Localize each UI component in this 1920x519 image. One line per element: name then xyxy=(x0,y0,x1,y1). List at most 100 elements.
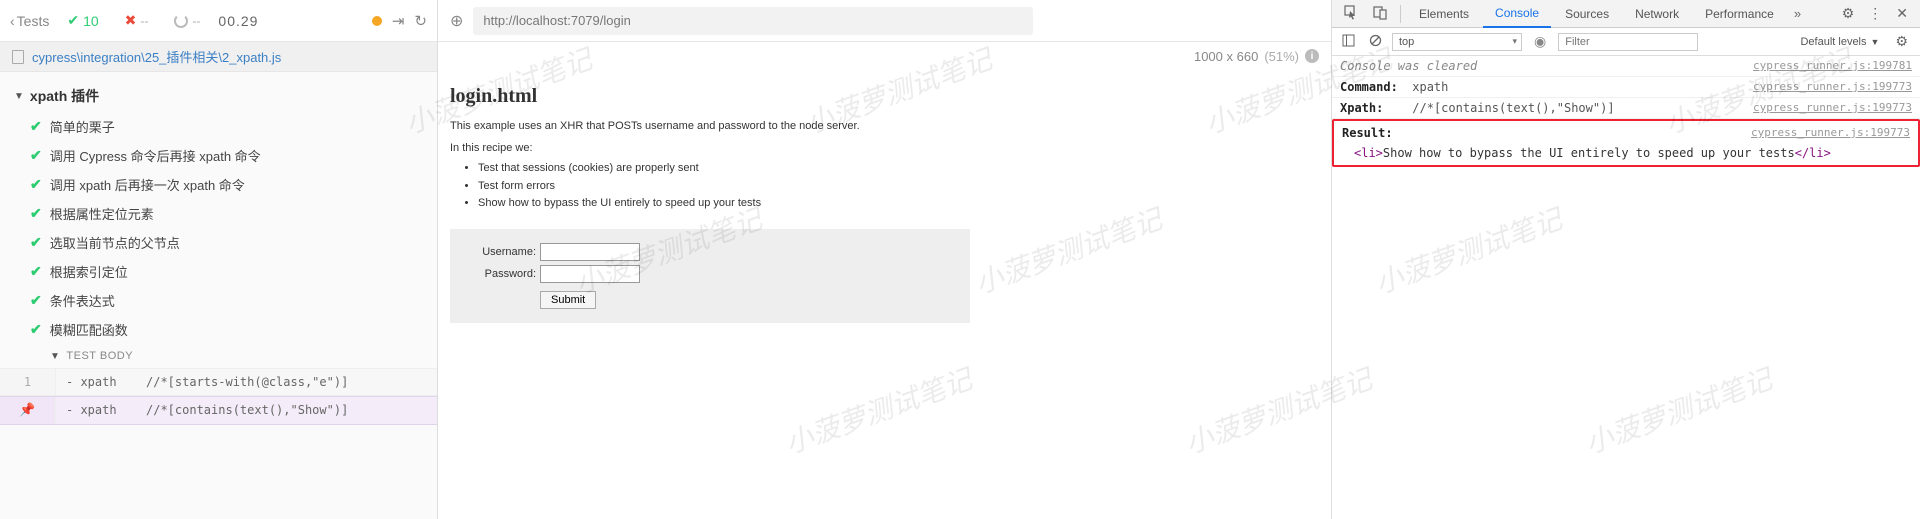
page-description: This example uses an XHR that POSTs user… xyxy=(450,120,1319,132)
tab-network[interactable]: Network xyxy=(1623,1,1691,27)
devtools-panel: Elements Console Sources Network Perform… xyxy=(1332,0,1920,519)
username-input[interactable] xyxy=(540,243,640,261)
device-icon[interactable] xyxy=(1367,5,1394,23)
check-icon: ✔ xyxy=(30,263,42,280)
recipe-list: Test that sessions (cookies) are properl… xyxy=(450,160,1319,213)
reload-icon[interactable]: ↻ xyxy=(414,12,427,30)
suite-row[interactable]: ▼ xpath 插件 xyxy=(0,80,437,112)
test-row[interactable]: ✔ 选取当前节点的父节点 xyxy=(0,228,437,257)
log-levels-select[interactable]: Default levels▼ xyxy=(1796,34,1883,50)
suite-title: xpath 插件 xyxy=(30,86,99,106)
more-menu-icon[interactable]: ⋮ xyxy=(1862,5,1888,22)
tests-label: Tests xyxy=(17,13,50,29)
console-value: //*[contains(text(),"Show")] xyxy=(1412,101,1614,115)
failed-count: -- xyxy=(140,14,148,28)
console-settings-icon[interactable]: ⚙ xyxy=(1889,33,1914,50)
check-icon: ✔ xyxy=(30,234,42,251)
command-row-pinned[interactable]: 📌 - xpath //*[contains(text(),"Show")] xyxy=(0,396,437,425)
console-source-link[interactable]: cypress_runner.js:199773 xyxy=(1753,80,1912,94)
page-subhead: In this recipe we: xyxy=(450,142,1319,154)
next-icon[interactable]: ⇥ xyxy=(392,12,405,30)
page-title: login.html xyxy=(450,85,1319,108)
console-result-element[interactable]: <li>Show how to bypass the UI entirely t… xyxy=(1334,143,1918,163)
console-source-link[interactable]: cypress_runner.js:199781 xyxy=(1753,59,1912,73)
check-icon: ✔ xyxy=(30,118,42,135)
check-icon: ✔ xyxy=(30,292,42,309)
url-text: http://localhost:7079/login xyxy=(483,13,630,28)
tab-console[interactable]: Console xyxy=(1483,0,1551,28)
tab-sources[interactable]: Sources xyxy=(1553,1,1621,27)
password-input[interactable] xyxy=(540,265,640,283)
viewport-scale: (51%) xyxy=(1264,49,1299,64)
check-icon: ✔ xyxy=(30,205,42,222)
file-icon xyxy=(12,50,24,64)
more-tabs-icon[interactable]: » xyxy=(1788,6,1807,21)
login-form: Username: Password: Submit xyxy=(450,229,970,323)
spinner-icon xyxy=(174,14,188,28)
filter-input[interactable] xyxy=(1558,33,1698,51)
console-line[interactable]: Command: xpath cypress_runner.js:199773 xyxy=(1332,77,1920,98)
check-icon: ✔ xyxy=(67,12,79,29)
test-row[interactable]: ✔模糊匹配函数 xyxy=(0,315,437,344)
command-pin: 📌 xyxy=(0,397,56,424)
close-icon[interactable]: ✕ xyxy=(1890,5,1914,22)
passed-stat: ✔ 10 xyxy=(59,12,106,29)
check-icon: ✔ xyxy=(30,176,42,193)
inspect-icon[interactable] xyxy=(1338,5,1365,23)
clear-console-icon[interactable] xyxy=(1365,34,1386,50)
selector-target-icon[interactable]: ⊕ xyxy=(450,11,463,31)
timer: 00.29 xyxy=(218,13,258,29)
list-item: Show how to bypass the UI entirely to sp… xyxy=(478,195,1319,213)
tab-elements[interactable]: Elements xyxy=(1407,1,1481,27)
test-row[interactable]: ✔ 根据索引定位 xyxy=(0,257,437,286)
test-row[interactable]: ✔条件表达式 xyxy=(0,286,437,315)
url-bar[interactable]: http://localhost:7079/login xyxy=(473,7,1033,35)
test-row[interactable]: ✔简单的栗子 xyxy=(0,112,437,141)
test-row[interactable]: ✔调用 xpath 后再接一次 xpath 命令 xyxy=(0,170,437,199)
test-tree: ▼ xpath 插件 ✔简单的栗子 ✔调用 Cypress 命令后再接 xpat… xyxy=(0,72,437,519)
live-expression-icon[interactable]: ◉ xyxy=(1528,33,1552,50)
settings-gear-icon[interactable]: ⚙ xyxy=(1836,5,1861,22)
preview-header: ⊕ http://localhost:7079/login xyxy=(438,0,1331,42)
test-title: 根据索引定位 xyxy=(50,262,128,281)
console-key: Xpath: xyxy=(1340,101,1383,115)
app-frame: login.html This example uses an XHR that… xyxy=(438,70,1331,519)
command-number: 1 xyxy=(0,369,56,395)
console-cleared-text: Console was cleared xyxy=(1340,59,1477,73)
test-title: 模糊匹配函数 xyxy=(50,320,128,339)
console-line[interactable]: Console was cleared cypress_runner.js:19… xyxy=(1332,56,1920,77)
tab-performance[interactable]: Performance xyxy=(1693,1,1786,27)
test-title: 选取当前节点的父节点 xyxy=(50,233,180,252)
console-source-link[interactable]: cypress_runner.js:199773 xyxy=(1751,126,1910,140)
command-row[interactable]: 1 - xpath //*[starts-with(@class,"e")] xyxy=(0,368,437,396)
list-item: Test that sessions (cookies) are properl… xyxy=(478,160,1319,178)
back-to-tests-link[interactable]: ‹ Tests xyxy=(10,13,49,29)
context-select[interactable]: top xyxy=(1392,33,1522,51)
devtools-tabs: Elements Console Sources Network Perform… xyxy=(1332,0,1920,28)
password-label: Password: xyxy=(464,268,536,280)
test-title: 根据属性定位元素 xyxy=(50,204,154,223)
username-label: Username: xyxy=(464,246,536,258)
command-message: //*[starts-with(@class,"e")] xyxy=(136,369,437,395)
spec-file-bar[interactable]: cypress\integration\25_插件相关\2_xpath.js xyxy=(0,42,437,72)
chevron-left-icon: ‹ xyxy=(10,13,15,29)
submit-button[interactable]: Submit xyxy=(540,291,596,309)
test-row[interactable]: ✔ 根据属性定位元素 xyxy=(0,199,437,228)
html-text-content: Show how to bypass the UI entirely to sp… xyxy=(1383,146,1795,160)
test-row[interactable]: ✔调用 Cypress 命令后再接 xpath 命令 xyxy=(0,141,437,170)
toggle-sidebar-icon[interactable] xyxy=(1338,34,1359,50)
console-key: Result: xyxy=(1342,126,1393,140)
html-open-tag: <li> xyxy=(1354,146,1383,160)
failed-stat: ✖ -- xyxy=(117,12,157,29)
console-source-link[interactable]: cypress_runner.js:199773 xyxy=(1753,101,1912,115)
test-body-section[interactable]: ▼ TEST BODY xyxy=(0,344,437,368)
command-name: - xpath xyxy=(56,369,136,395)
console-line[interactable]: Result: cypress_runner.js:199773 xyxy=(1334,123,1918,143)
console-line[interactable]: Xpath: //*[contains(text(),"Show")] cypr… xyxy=(1332,98,1920,119)
console-output: Console was cleared cypress_runner.js:19… xyxy=(1332,56,1920,519)
list-item: Test form errors xyxy=(478,178,1319,196)
info-icon[interactable]: i xyxy=(1305,49,1319,63)
console-value: xpath xyxy=(1412,80,1448,94)
caret-down-icon: ▼ xyxy=(14,91,24,102)
check-icon: ✔ xyxy=(30,147,42,164)
